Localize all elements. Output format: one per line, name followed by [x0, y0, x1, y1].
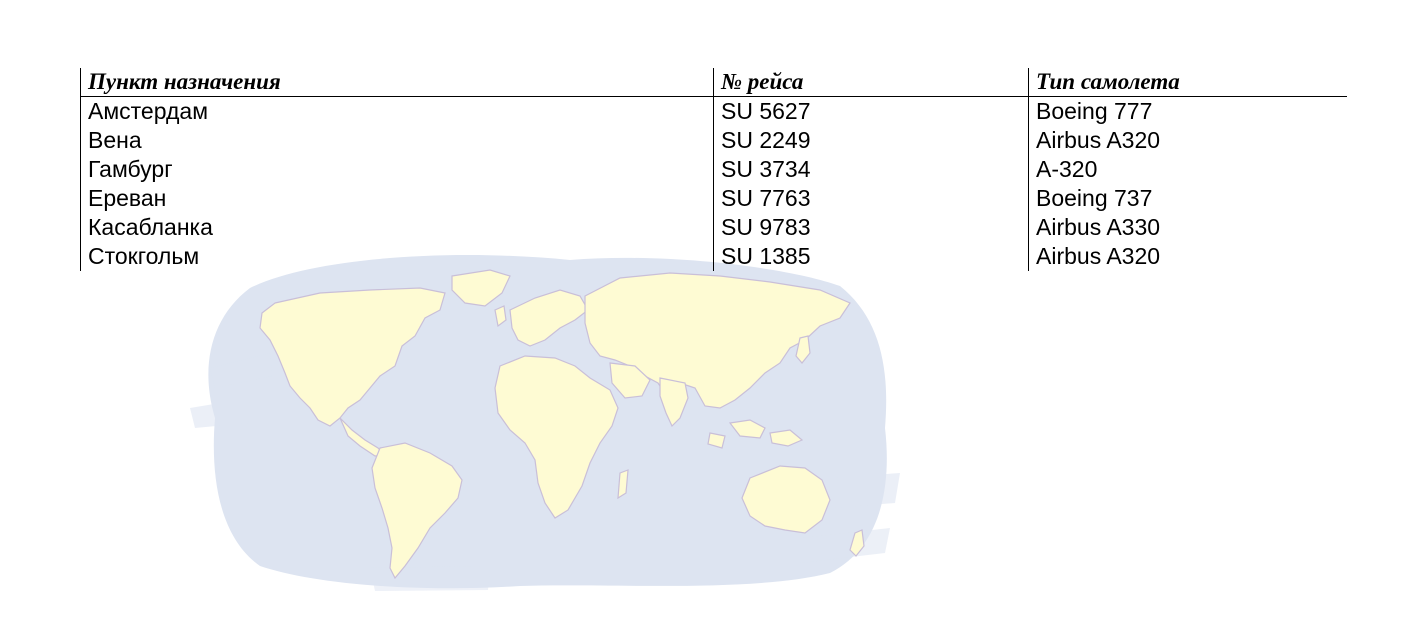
flight-table: Пункт назначения № рейса Тип самолета Ам…: [80, 68, 1347, 271]
cell-destination: Гамбург: [80, 155, 714, 184]
cell-aircraft-type: Boeing 777: [1028, 96, 1347, 126]
header-aircraft-type: Тип самолета: [1028, 68, 1347, 97]
cell-aircraft-type: A-320: [1028, 155, 1347, 184]
table-header-row: Пункт назначения № рейса Тип самолета: [80, 68, 1347, 97]
cell-aircraft-type: Airbus A330: [1028, 213, 1347, 242]
cell-destination: Вена: [80, 126, 714, 155]
cell-aircraft-type: Airbus A320: [1028, 242, 1347, 271]
cell-flight-number: SU 5627: [713, 96, 1029, 126]
table-row: Ереван SU 7763 Boeing 737: [80, 184, 1347, 213]
cell-flight-number: SU 7763: [713, 184, 1029, 213]
table-row: Гамбург SU 3734 A-320: [80, 155, 1347, 184]
table-row: Касабланка SU 9783 Airbus A330: [80, 213, 1347, 242]
table-row: Вена SU 2249 Airbus A320: [80, 126, 1347, 155]
cell-flight-number: SU 1385: [713, 242, 1029, 271]
cell-destination: Ереван: [80, 184, 714, 213]
table-row: Стокгольм SU 1385 Airbus A320: [80, 242, 1347, 271]
cell-destination: Амстердам: [80, 96, 714, 126]
cell-destination: Касабланка: [80, 213, 714, 242]
cell-flight-number: SU 3734: [713, 155, 1029, 184]
world-map-image: [190, 248, 900, 593]
cell-destination: Стокгольм: [80, 242, 714, 271]
world-map-icon: [190, 255, 900, 591]
cell-flight-number: SU 9783: [713, 213, 1029, 242]
header-destination: Пункт назначения: [80, 68, 714, 97]
header-flight-number: № рейса: [713, 68, 1029, 97]
cell-aircraft-type: Airbus A320: [1028, 126, 1347, 155]
table-row: Амстердам SU 5627 Boeing 777: [80, 96, 1347, 126]
cell-aircraft-type: Boeing 737: [1028, 184, 1347, 213]
cell-flight-number: SU 2249: [713, 126, 1029, 155]
